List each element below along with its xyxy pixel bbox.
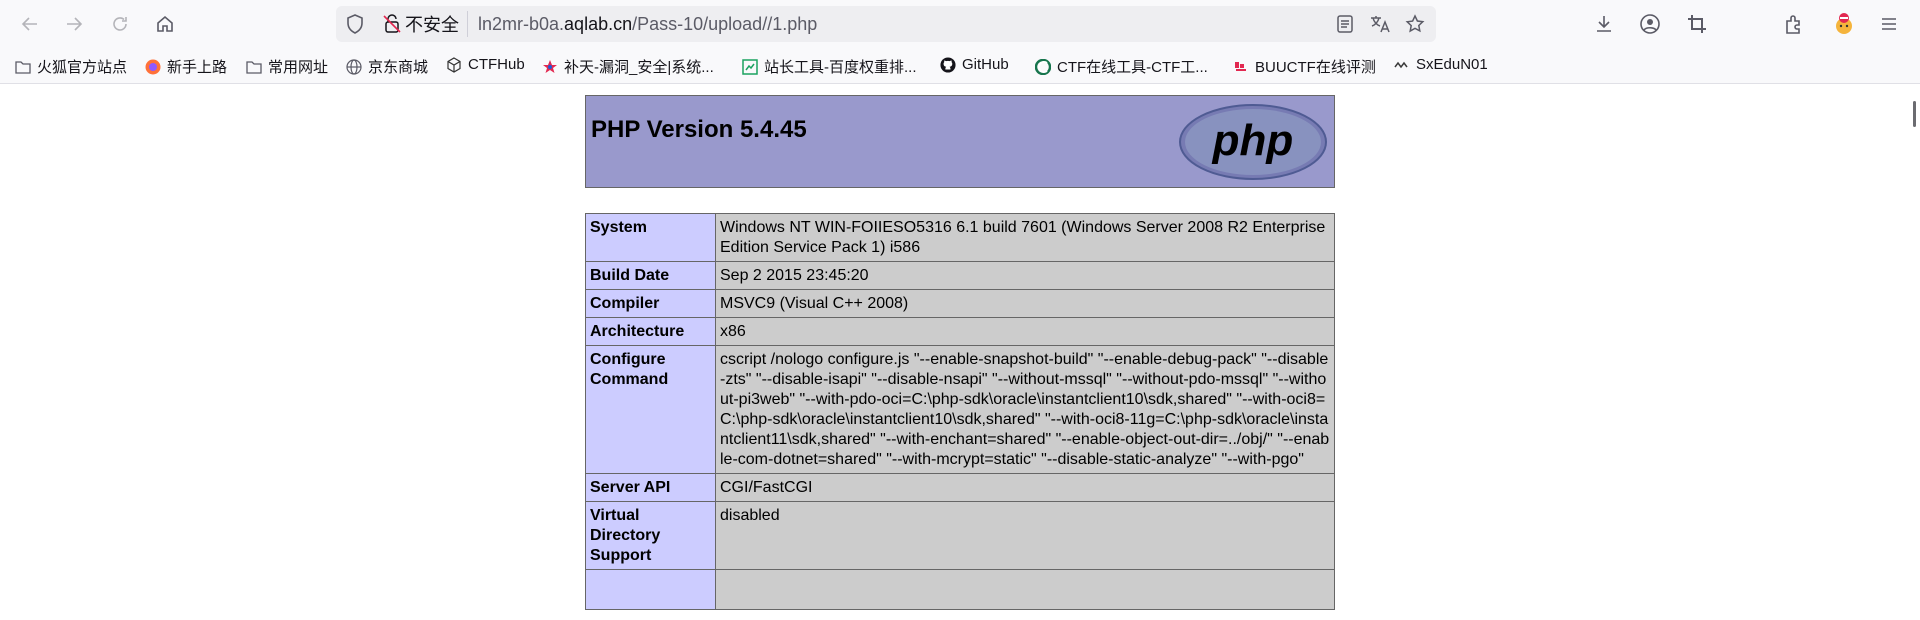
buuctf-icon	[1233, 59, 1249, 75]
table-row: Compiler MSVC9 (Visual C++ 2008)	[585, 289, 1335, 318]
folder-icon	[15, 59, 31, 75]
table-row: Virtual Directory Support disabled	[585, 501, 1335, 570]
reload-icon[interactable]	[106, 10, 134, 38]
downloads-icon[interactable]	[1592, 12, 1616, 36]
table-row	[585, 569, 1335, 610]
insecure-lock-icon	[383, 14, 401, 33]
bookmark-item[interactable]: 新手上路	[145, 56, 227, 77]
sx-icon	[1394, 57, 1410, 73]
row-key: Architecture	[585, 317, 716, 346]
table-row: Architecture x86	[585, 317, 1335, 346]
tracking-shield-icon[interactable]	[344, 13, 366, 35]
row-key: Compiler	[585, 289, 716, 318]
home-icon[interactable]	[151, 10, 179, 38]
github-icon	[940, 56, 956, 73]
cube-icon	[446, 56, 462, 73]
extensions-icon[interactable]	[1782, 12, 1806, 36]
bookmark-item[interactable]: CTF在线工具-CTF工...	[1035, 56, 1208, 77]
row-value: disabled	[715, 501, 1335, 570]
globe-icon	[346, 58, 362, 75]
row-key	[585, 569, 716, 610]
row-value: Windows NT WIN-FOIIESO5316 6.1 build 760…	[715, 213, 1335, 262]
reader-view-icon[interactable]	[1334, 13, 1356, 35]
page-content: PHP Version 5.4.45 php System Windows NT…	[0, 85, 1920, 620]
bookmarks-toolbar: 火狐官方站点 新手上路 常用网址 京东商城 CTFHub 补天-漏洞_安全|系统…	[0, 48, 1920, 84]
bookmark-star-icon[interactable]	[1404, 13, 1426, 35]
svg-text:php: php	[1212, 116, 1294, 165]
account-icon[interactable]	[1638, 12, 1662, 36]
bookmark-item[interactable]: 火狐官方站点	[15, 56, 127, 77]
ctf-icon	[1035, 58, 1051, 75]
table-row: System Windows NT WIN-FOIIESO5316 6.1 bu…	[585, 213, 1335, 262]
back-icon[interactable]	[16, 10, 44, 38]
table-row: Configure Command cscript /nologo config…	[585, 345, 1335, 474]
translate-icon[interactable]	[1369, 13, 1391, 35]
row-value: CGI/FastCGI	[715, 473, 1335, 502]
browser-toolbar: 不安全 ln2mr-b0a.aqlab.cn/Pass-10/upload//1…	[0, 0, 1920, 48]
menu-icon[interactable]	[1877, 12, 1901, 36]
connection-insecure-indicator[interactable]: 不安全	[379, 11, 468, 37]
table-row: Server API CGI/FastCGI	[585, 473, 1335, 502]
url-text[interactable]: ln2mr-b0a.aqlab.cn/Pass-10/upload//1.php	[478, 14, 817, 35]
bookmark-item[interactable]: BUUCTF在线评测	[1233, 56, 1376, 77]
bookmark-item[interactable]: CTFHub	[446, 56, 525, 73]
folder-icon	[246, 59, 262, 75]
row-value: Sep 2 2015 23:45:20	[715, 261, 1335, 290]
firefox-icon	[145, 59, 161, 75]
url-bar[interactable]: 不安全 ln2mr-b0a.aqlab.cn/Pass-10/upload//1…	[336, 6, 1436, 42]
row-key: Build Date	[585, 261, 716, 290]
phpinfo-table: System Windows NT WIN-FOIIESO5316 6.1 bu…	[585, 213, 1335, 610]
row-value	[715, 569, 1335, 610]
phpinfo-header: PHP Version 5.4.45 php	[585, 95, 1335, 188]
table-row: Build Date Sep 2 2015 23:45:20	[585, 261, 1335, 290]
page-scrollbar[interactable]	[1906, 85, 1920, 620]
bookmark-item[interactable]: 京东商城	[346, 56, 428, 77]
forward-icon[interactable]	[60, 10, 88, 38]
bookmark-item[interactable]: 补天-漏洞_安全|系统...	[542, 56, 714, 77]
scrollbar-thumb[interactable]	[1913, 101, 1916, 127]
star-icon	[542, 59, 558, 75]
insecure-label: 不安全	[405, 15, 459, 35]
row-value: MSVC9 (Visual C++ 2008)	[715, 289, 1335, 318]
php-version-title: PHP Version 5.4.45	[591, 116, 807, 143]
profile-avatar-icon[interactable]	[1832, 12, 1856, 36]
row-value: x86	[715, 317, 1335, 346]
chart-icon	[742, 58, 758, 75]
screenshot-crop-icon[interactable]	[1685, 12, 1709, 36]
bookmark-item[interactable]: GitHub	[940, 56, 1009, 73]
row-key: Configure Command	[585, 345, 716, 474]
bookmark-item[interactable]: 站长工具-百度权重排...	[742, 56, 917, 77]
row-key: System	[585, 213, 716, 262]
row-value: cscript /nologo configure.js "--enable-s…	[715, 345, 1335, 474]
row-key: Server API	[585, 473, 716, 502]
php-logo: php	[1178, 103, 1328, 186]
row-key: Virtual Directory Support	[585, 501, 716, 570]
bookmark-item[interactable]: SxEduN01	[1394, 56, 1488, 73]
bookmark-item[interactable]: 常用网址	[246, 56, 328, 77]
